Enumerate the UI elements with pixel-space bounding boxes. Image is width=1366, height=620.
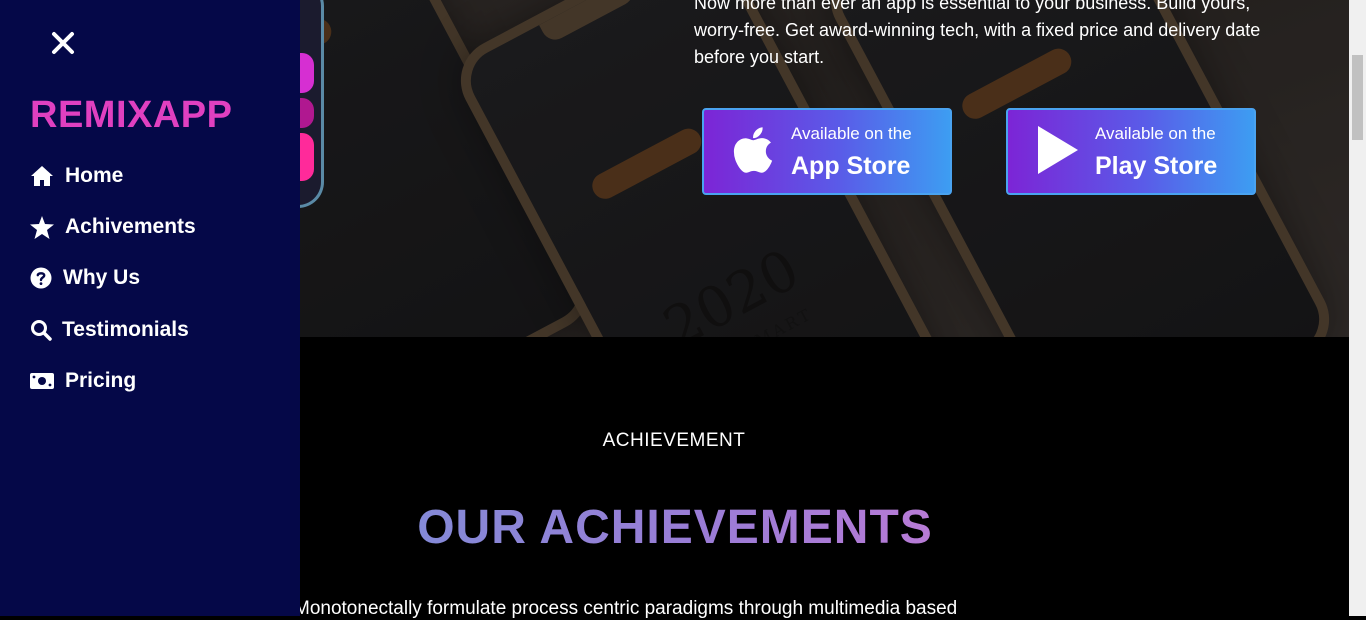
side-drawer: REMIXAPP Home Achivements Why Us Testimo… [0,0,300,616]
scrollbar-thumb[interactable] [1352,55,1363,140]
close-icon [52,32,74,54]
search-icon [30,318,52,342]
nav-item-testimonials[interactable]: Testimonials [30,314,189,346]
home-icon [30,164,54,188]
question-circle-icon [30,266,52,290]
nav-item-label: Home [65,164,124,187]
app-store-label: App Store [791,152,911,180]
nav-item-label: Pricing [65,369,137,392]
app-store-button[interactable]: Available on the App Store [702,108,952,195]
play-store-caption: Available on the [1095,124,1216,143]
section-eyebrow: ACHIEVEMENT [602,430,746,451]
section-title: OUR ACHIEVEMENTS [300,500,1050,555]
brand-logo[interactable]: REMIXAPP [30,94,232,137]
nav-item-achivements[interactable]: Achivements [30,211,196,243]
hero-intro-text: Now more than ever an app is essential t… [694,0,1261,67]
nav-item-pricing[interactable]: Pricing [30,365,136,397]
apple-icon [733,127,773,173]
app-store-caption: Available on the [791,124,912,143]
nav-item-why-us[interactable]: Why Us [30,262,140,294]
money-bill-icon [30,369,54,393]
play-store-button[interactable]: Available on the Play Store [1006,108,1256,195]
nav-item-label: Testimonials [62,318,189,341]
section-paragraph: Monotonectally formulate process centric… [294,598,958,619]
close-button[interactable] [50,30,76,56]
play-icon [1038,126,1078,174]
star-icon [30,215,54,239]
nav-item-label: Achivements [65,215,196,238]
play-store-label: Play Store [1095,152,1218,180]
nav-item-home[interactable]: Home [30,160,123,192]
nav-item-label: Why Us [63,266,141,289]
